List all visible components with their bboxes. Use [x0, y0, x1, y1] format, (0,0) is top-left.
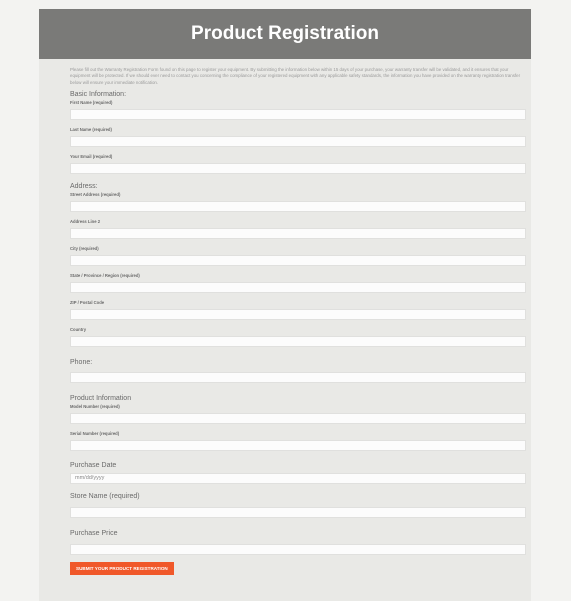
section-store-name: Store Name (required) [70, 493, 140, 501]
city-label: City (required) [70, 246, 99, 252]
country-input[interactable] [70, 336, 526, 348]
serial-number-label: Serial Number (required) [70, 431, 120, 437]
email-label: Your Email (required) [70, 154, 113, 160]
street-address-input[interactable] [70, 201, 526, 213]
purchase-date-placeholder: mm/dd/yyyy [75, 475, 105, 482]
store-name-input[interactable] [70, 507, 526, 519]
zip-input[interactable] [70, 309, 526, 321]
city-input[interactable] [70, 255, 526, 267]
email-input[interactable] [70, 163, 526, 175]
registration-form: Please fill out the Warranty Registratio… [39, 59, 531, 576]
last-name-input[interactable] [70, 136, 526, 148]
purchase-date-input[interactable]: mm/dd/yyyy [70, 473, 526, 485]
state-label: State / Province / Region (required) [70, 273, 140, 279]
section-purchase-price: Purchase Price [70, 530, 118, 538]
registration-card: Product Registration Please fill out the… [39, 9, 531, 601]
country-label: Country [70, 327, 87, 333]
submit-registration-button[interactable]: SUBMIT YOUR PRODUCT REGISTRATION [70, 562, 174, 576]
zip-label: ZIP / Postal Code [70, 300, 105, 306]
purchase-price-input[interactable] [70, 544, 526, 556]
state-input[interactable] [70, 282, 526, 294]
street-address-label: Street Address (required) [70, 192, 121, 198]
address-line-2-input[interactable] [70, 228, 526, 240]
model-number-input[interactable] [70, 413, 526, 425]
section-product-information: Product Information [70, 395, 132, 403]
section-address: Address: [70, 183, 98, 191]
last-name-label: Last Name (required) [70, 127, 112, 133]
intro-text: Please fill out the Warranty Registratio… [70, 67, 521, 85]
section-basic-information: Basic Information: [70, 91, 127, 99]
first-name-label: First Name (required) [70, 100, 113, 106]
section-phone: Phone: [70, 359, 93, 367]
section-purchase-date: Purchase Date [70, 462, 117, 470]
page-title: Product Registration [191, 23, 379, 44]
serial-number-input[interactable] [70, 440, 526, 452]
address-line-2-label: Address Line 2 [70, 219, 101, 225]
page-banner: Product Registration [39, 9, 531, 59]
phone-input[interactable] [70, 372, 526, 384]
model-number-label: Model Number (required) [70, 404, 120, 410]
first-name-input[interactable] [70, 109, 526, 121]
